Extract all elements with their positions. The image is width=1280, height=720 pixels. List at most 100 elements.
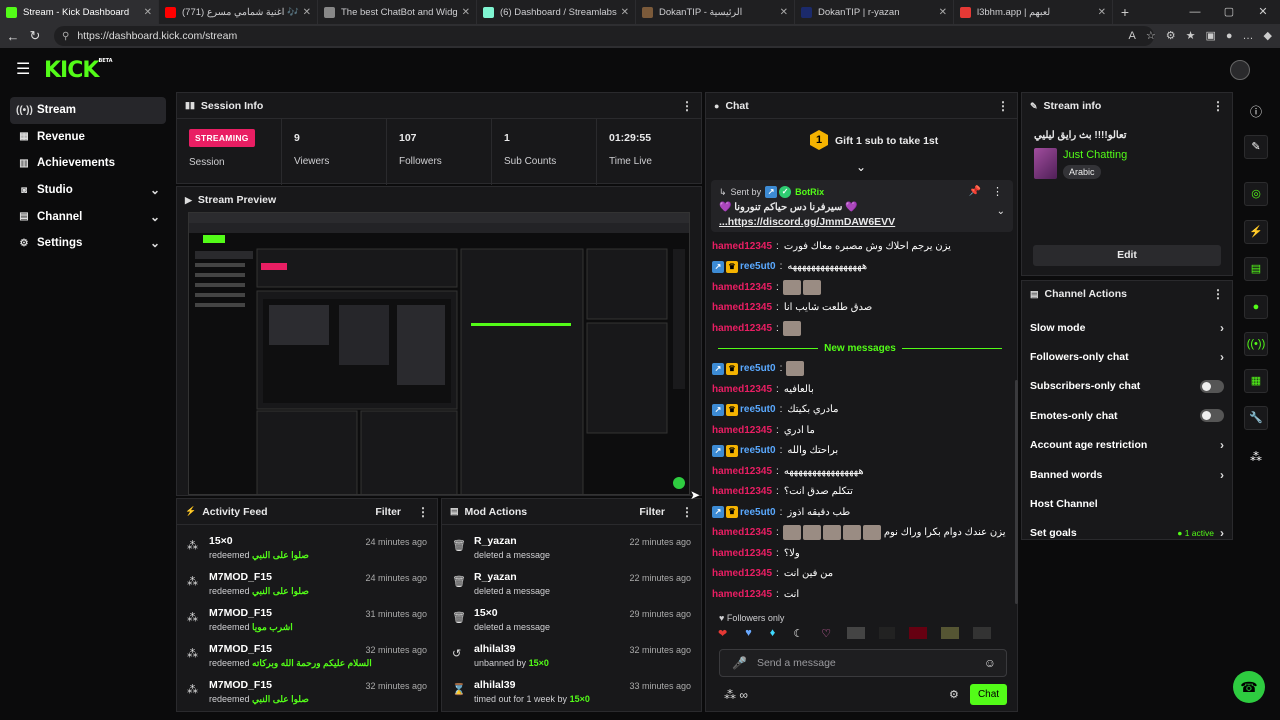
- stream-preview-video[interactable]: [188, 212, 690, 495]
- bot-name[interactable]: BotRix: [795, 187, 824, 197]
- reload-icon[interactable]: ↻: [24, 28, 46, 44]
- extensions-icon[interactable]: ⚙: [1166, 26, 1176, 46]
- emoji-icon[interactable]: ☺: [984, 656, 996, 670]
- close-tab-icon[interactable]: ✕: [780, 7, 788, 18]
- chat-username[interactable]: hamed12345: [712, 241, 772, 252]
- chat-settings-icon[interactable]: ⚙: [949, 688, 959, 701]
- activity-filter-button[interactable]: Filter: [375, 506, 401, 518]
- mod-target-user[interactable]: R_yazan: [474, 571, 550, 583]
- hamburger-menu-icon[interactable]: ☰: [16, 62, 30, 78]
- favorite-star-icon[interactable]: ☆: [1146, 26, 1156, 46]
- kebab-menu-icon[interactable]: ⋮: [1212, 99, 1224, 113]
- read-aloud-icon[interactable]: A: [1129, 26, 1136, 46]
- chat-message[interactable]: hamed12345: ههههههههههههههههه: [712, 461, 1008, 482]
- activity-user[interactable]: M7MOD_F15: [209, 679, 309, 691]
- chat-message[interactable]: hamed12345: انت: [712, 584, 1008, 605]
- chat-message[interactable]: hamed12345: تتكلم صدق انت؟: [712, 482, 1008, 503]
- chat-username[interactable]: hamed12345: [712, 384, 772, 395]
- channel-action-slow-mode[interactable]: Slow mode ›: [1022, 313, 1232, 342]
- chat-message[interactable]: hamed12345: ولا؟: [712, 543, 1008, 564]
- toggle-switch[interactable]: [1200, 379, 1224, 393]
- collections-icon[interactable]: ▣: [1205, 26, 1215, 46]
- kebab-menu-icon[interactable]: ⋮: [997, 99, 1009, 113]
- chat-username[interactable]: hamed12345: [712, 548, 772, 559]
- browser-tab[interactable]: DokanTIP - الرئيسية ✕: [636, 0, 795, 24]
- mod-target-user[interactable]: alhilal39: [474, 643, 549, 655]
- target-icon[interactable]: ◎: [1244, 182, 1268, 206]
- mod-action-row[interactable]: ⌛ alhilal39 timed out for 1 week by 15×0 33…: [442, 673, 701, 709]
- chat-message[interactable]: hamed12345: صدق طلعت شايب انا: [712, 298, 1008, 319]
- session-info-icon[interactable]: ▦: [1244, 369, 1268, 393]
- chat-message[interactable]: ↗ ♛ ree5ut0:: [712, 359, 1008, 380]
- channel-action-followers-only-chat[interactable]: Followers-only chat ›: [1022, 342, 1232, 371]
- sidebar-item-revenue[interactable]: ▦ Revenue: [10, 124, 166, 151]
- browser-tab[interactable]: (6) Dashboard / Streamlabs ✕: [477, 0, 636, 24]
- kebab-menu-icon[interactable]: ⋮: [1212, 287, 1224, 301]
- close-tab-icon[interactable]: ✕: [303, 7, 311, 18]
- chat-username[interactable]: ree5ut0: [740, 261, 776, 272]
- mod-action-row[interactable]: 🗑 R_yazan deleted a message 22 minutes ago: [442, 565, 701, 601]
- channel-action-account-age-restriction[interactable]: Account age restriction ›: [1022, 431, 1232, 460]
- chat-input[interactable]: 🎤 Send a message ☺: [719, 649, 1007, 677]
- emote-custom-1[interactable]: [847, 627, 866, 639]
- chat-message[interactable]: hamed12345:: [712, 318, 1008, 339]
- emote-custom-5[interactable]: [973, 627, 992, 639]
- browser-tab[interactable]: Stream - Kick Dashboard ✕: [0, 0, 159, 24]
- channel-points-icon[interactable]: ⁂: [1250, 450, 1262, 464]
- chat-username[interactable]: hamed12345: [712, 466, 772, 477]
- site-info-icon[interactable]: ⚲: [62, 31, 69, 42]
- chat-username[interactable]: hamed12345: [712, 486, 772, 497]
- sidebar-item-settings[interactable]: ⚙ Settings ⌄: [10, 230, 166, 257]
- mod-action-row[interactable]: ↺ alhilal39 unbanned by 15×0 32 minutes ago: [442, 637, 701, 673]
- info-icon[interactable]: ⓘ: [1250, 103, 1262, 120]
- chat-scrollbar[interactable]: [1015, 380, 1018, 604]
- channel-action-emotes-only-chat[interactable]: Emotes-only chat: [1022, 401, 1232, 430]
- chat-message[interactable]: ↗ ♛ ree5ut0: مادري بكيتك: [712, 400, 1008, 421]
- chat-username[interactable]: hamed12345: [712, 568, 772, 579]
- chat-username[interactable]: hamed12345: [712, 425, 772, 436]
- chevron-right-icon[interactable]: ›: [1220, 526, 1224, 540]
- chevron-right-icon[interactable]: ›: [1220, 350, 1224, 364]
- wrench-icon[interactable]: 🔧: [1244, 406, 1268, 430]
- activity-user[interactable]: 15×0: [209, 535, 309, 547]
- close-tab-icon[interactable]: ✕: [939, 7, 947, 18]
- chat-username[interactable]: hamed12345: [712, 282, 772, 293]
- close-tab-icon[interactable]: ✕: [1098, 7, 1106, 18]
- chat-message[interactable]: hamed12345: يزن عندك دوام بكرا وراك نوم: [712, 523, 1008, 544]
- activity-user[interactable]: M7MOD_F15: [209, 607, 293, 619]
- chat-username[interactable]: hamed12345: [712, 527, 772, 538]
- pin-toggle-icon[interactable]: 📌: [969, 186, 981, 197]
- emote-moon[interactable]: ☾: [793, 627, 803, 645]
- activity-user[interactable]: M7MOD_F15: [209, 571, 309, 583]
- toggle-switch[interactable]: [1200, 409, 1224, 423]
- chevron-down-icon[interactable]: ⌄: [150, 210, 160, 224]
- mod-by-user[interactable]: 15×0: [529, 658, 549, 668]
- document-icon[interactable]: ▤: [1244, 257, 1268, 281]
- category-name[interactable]: Just Chatting: [1063, 149, 1127, 161]
- emote-heart-pink[interactable]: ♡: [821, 627, 831, 645]
- sidebar-item-studio[interactable]: ◙ Studio ⌄: [10, 177, 166, 204]
- browser-tab[interactable]: (771) اغنية شمامي مسرع 🎶 ✕: [159, 0, 318, 24]
- chat-username[interactable]: ree5ut0: [740, 507, 776, 518]
- activity-row[interactable]: ⁂ 15×0 redeemed صلوا على النبي 24 minutes a…: [177, 529, 437, 565]
- kick-logo[interactable]: KICKBETA: [44, 58, 113, 83]
- browser-tab[interactable]: l3bhm.app | لعبهم ✕: [954, 0, 1113, 24]
- emote-custom-3[interactable]: [909, 627, 928, 639]
- chevron-right-icon[interactable]: ›: [1220, 468, 1224, 482]
- emote-heart-blue[interactable]: ♥: [745, 627, 752, 645]
- chat-message[interactable]: ↗ ♛ ree5ut0: براحتك والله: [712, 441, 1008, 462]
- profile-avatar[interactable]: ●: [1226, 26, 1233, 46]
- sidebar-item-stream[interactable]: ((•)) Stream: [10, 97, 166, 124]
- close-tab-icon[interactable]: ✕: [462, 7, 470, 18]
- channel-action-set-goals[interactable]: Set goals ● 1 active ›: [1022, 519, 1232, 548]
- copilot-icon[interactable]: ◆: [1264, 26, 1272, 46]
- kebab-menu-icon[interactable]: ⋮: [417, 505, 429, 519]
- close-tab-icon[interactable]: ✕: [621, 7, 629, 18]
- chevron-down-icon[interactable]: ⌄: [150, 236, 160, 250]
- chat-username[interactable]: ree5ut0: [740, 445, 776, 456]
- chevron-right-icon[interactable]: ›: [1220, 321, 1224, 335]
- channel-action-subscribers-only-chat[interactable]: Subscribers-only chat: [1022, 372, 1232, 401]
- chat-message[interactable]: hamed12345:: [712, 277, 1008, 298]
- mod-action-row[interactable]: 🗑 15×0 deleted a message 29 minutes ago: [442, 601, 701, 637]
- kebab-menu-icon[interactable]: ⋮: [681, 505, 693, 519]
